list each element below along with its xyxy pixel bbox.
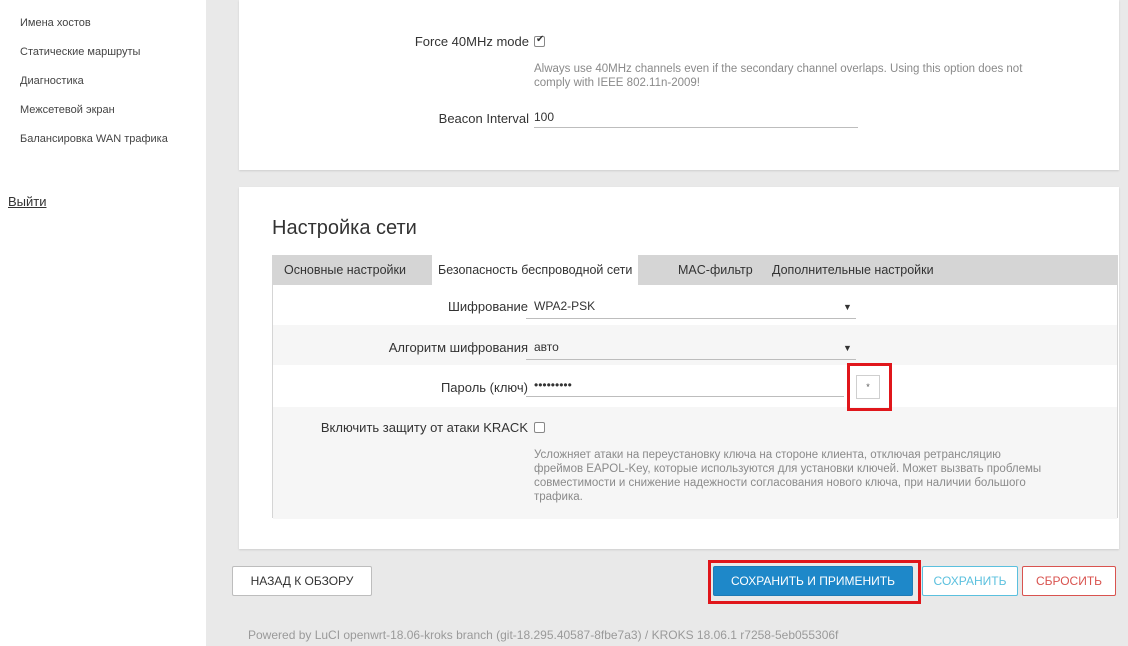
encryption-underline — [526, 318, 856, 319]
network-tabs: Основные настройки Безопасность беспрово… — [272, 255, 1118, 285]
force40-help: Always use 40MHz channels even if the se… — [534, 63, 1023, 89]
cipher-select[interactable]: авто — [534, 340, 559, 354]
beacon-interval-underline — [534, 127, 858, 128]
krack-help: Усложняет атаки на переустановку ключа н… — [534, 449, 1042, 503]
beacon-interval-input[interactable]: 100 — [534, 110, 554, 124]
save-button[interactable]: СОХРАНИТЬ — [922, 566, 1018, 596]
cipher-underline — [526, 359, 856, 360]
tab-mac-filter[interactable]: MAC-фильтр — [672, 255, 759, 285]
sidebar-item-static-routes[interactable]: Статические маршруты — [20, 46, 140, 58]
sidebar-item-firewall[interactable]: Межсетевой экран — [20, 104, 115, 116]
key-underline — [526, 396, 844, 397]
highlight-frame — [847, 363, 892, 411]
key-input[interactable]: ••••••••• — [534, 378, 572, 392]
encryption-select[interactable]: WPA2-PSK — [534, 299, 595, 313]
tab-basic[interactable]: Основные настройки — [278, 255, 412, 285]
footer-text: Powered by LuCI openwrt-18.06-kroks bran… — [248, 628, 839, 642]
force40-label: Force 40MHz mode — [414, 34, 529, 49]
tab-wireless-security[interactable]: Безопасность беспроводной сети — [432, 255, 639, 285]
encryption-label: Шифрование — [448, 299, 528, 314]
highlight-frame — [708, 560, 921, 604]
chevron-down-icon: ▼ — [843, 302, 852, 312]
beacon-interval-label: Beacon Interval — [438, 111, 529, 126]
cipher-label: Алгоритм шифрования — [388, 340, 528, 355]
force40-checkbox[interactable] — [534, 34, 545, 47]
sidebar: Имена хостов Статические маршруты Диагно… — [0, 0, 206, 646]
back-to-overview-button[interactable]: НАЗАД К ОБЗОРУ — [232, 566, 372, 596]
network-settings-title: Настройка сети — [272, 217, 417, 239]
chevron-down-icon: ▼ — [843, 343, 852, 353]
sidebar-item-wan-balancing[interactable]: Балансировка WAN трафика — [20, 133, 168, 145]
krack-label: Включить защиту от атаки KRACK — [320, 420, 528, 435]
sidebar-item-diagnostics[interactable]: Диагностика — [20, 75, 84, 87]
reset-button[interactable]: СБРОСИТЬ — [1022, 566, 1116, 596]
main-content: Force 40MHz mode Always use 40MHz channe… — [206, 0, 1128, 646]
krack-checkbox[interactable] — [534, 422, 545, 433]
logout-link[interactable]: Выйти — [8, 194, 47, 209]
sidebar-item-hostnames[interactable]: Имена хостов — [20, 17, 91, 29]
key-label: Пароль (ключ) — [440, 380, 528, 395]
tab-advanced[interactable]: Дополнительные настройки — [766, 255, 940, 285]
